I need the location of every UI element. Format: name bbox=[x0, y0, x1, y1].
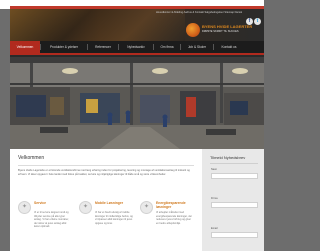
logo[interactable]: BYENS HVIDE LAGERTER FØRSTE SKRIDT TIL S… bbox=[186, 22, 252, 39]
content-area: Velkommen Byens Hvide Lagertelte er et f… bbox=[10, 149, 264, 251]
newsletter-divider bbox=[210, 163, 258, 164]
network-icon-glyph: ✦ bbox=[82, 204, 89, 210]
nav-item-om-firma[interactable]: Om firma bbox=[154, 41, 180, 53]
service-icon: ✦ bbox=[18, 201, 31, 214]
logo-icon bbox=[186, 23, 200, 37]
name-label: Navn bbox=[211, 168, 218, 171]
main-column: Velkommen Byens Hvide Lagertelte er et f… bbox=[18, 155, 194, 228]
nav-item-referencer[interactable]: Referencer bbox=[88, 41, 118, 53]
name-field[interactable] bbox=[211, 173, 258, 179]
logo-tagline: FØRSTE SKRIDT TIL SUCCES bbox=[202, 30, 239, 33]
company-label: Firma bbox=[211, 197, 218, 200]
nav-item-velkommen[interactable]: Velkommen bbox=[10, 41, 40, 53]
company-field[interactable] bbox=[211, 202, 258, 208]
top-strip bbox=[0, 0, 264, 9]
title-divider bbox=[18, 165, 194, 166]
logo-name: BYENS HVIDE LAGERTER bbox=[202, 24, 253, 29]
main-nav: Velkommen Produkter & ydelser Referencer… bbox=[10, 41, 264, 55]
feature-text: Vi er til service døgnet rundt og tilbyd… bbox=[34, 211, 69, 229]
facebook-icon[interactable]: f bbox=[246, 18, 253, 25]
feature-title[interactable]: Mobile Løsninger bbox=[95, 201, 133, 205]
nav-item-nyhedsarkiv[interactable]: Nyhedsarkiv bbox=[119, 41, 153, 53]
email-label: Email bbox=[211, 227, 218, 230]
workshop-photo bbox=[10, 57, 264, 149]
service-icon-glyph: ✦ bbox=[21, 204, 28, 210]
newsletter-sidebar: Tilmeld Nyhedsbrev Navn Firma Email bbox=[202, 149, 264, 251]
page-title: Velkommen bbox=[18, 155, 45, 161]
intro-text: Byens Hvide Lagertelte er et førende ven… bbox=[18, 169, 190, 176]
header: Hovedkontor & Afdeling Aarhus & Kontakt … bbox=[10, 9, 264, 41]
environment-icon: ✦ bbox=[140, 201, 153, 214]
feature-text: Vi arbejder målrettet med energibesparen… bbox=[156, 211, 192, 225]
feature-title[interactable]: Service bbox=[34, 201, 72, 205]
feature-title[interactable]: Energibesparende løsninger bbox=[156, 201, 194, 209]
nav-item-kontakt[interactable]: Kontakt os bbox=[214, 41, 244, 53]
nav-item-job[interactable]: Job & Skoler bbox=[181, 41, 213, 53]
top-links[interactable]: Hovedkontor & Afdeling Aarhus & Kontakt … bbox=[156, 11, 242, 14]
twitter-icon[interactable]: t bbox=[254, 18, 261, 25]
feature-text: Vi har et bredt udvalg af mobile løsning… bbox=[95, 211, 133, 225]
page: Hovedkontor & Afdeling Aarhus & Kontakt … bbox=[10, 9, 264, 251]
newsletter-title: Tilmeld Nyhedsbrev bbox=[210, 155, 246, 160]
network-icon: ✦ bbox=[79, 201, 92, 214]
nav-item-produkter[interactable]: Produkter & ydelser bbox=[41, 41, 87, 53]
hero-image bbox=[10, 57, 264, 149]
email-field[interactable] bbox=[211, 232, 258, 238]
environment-icon-glyph: ✦ bbox=[143, 204, 150, 210]
